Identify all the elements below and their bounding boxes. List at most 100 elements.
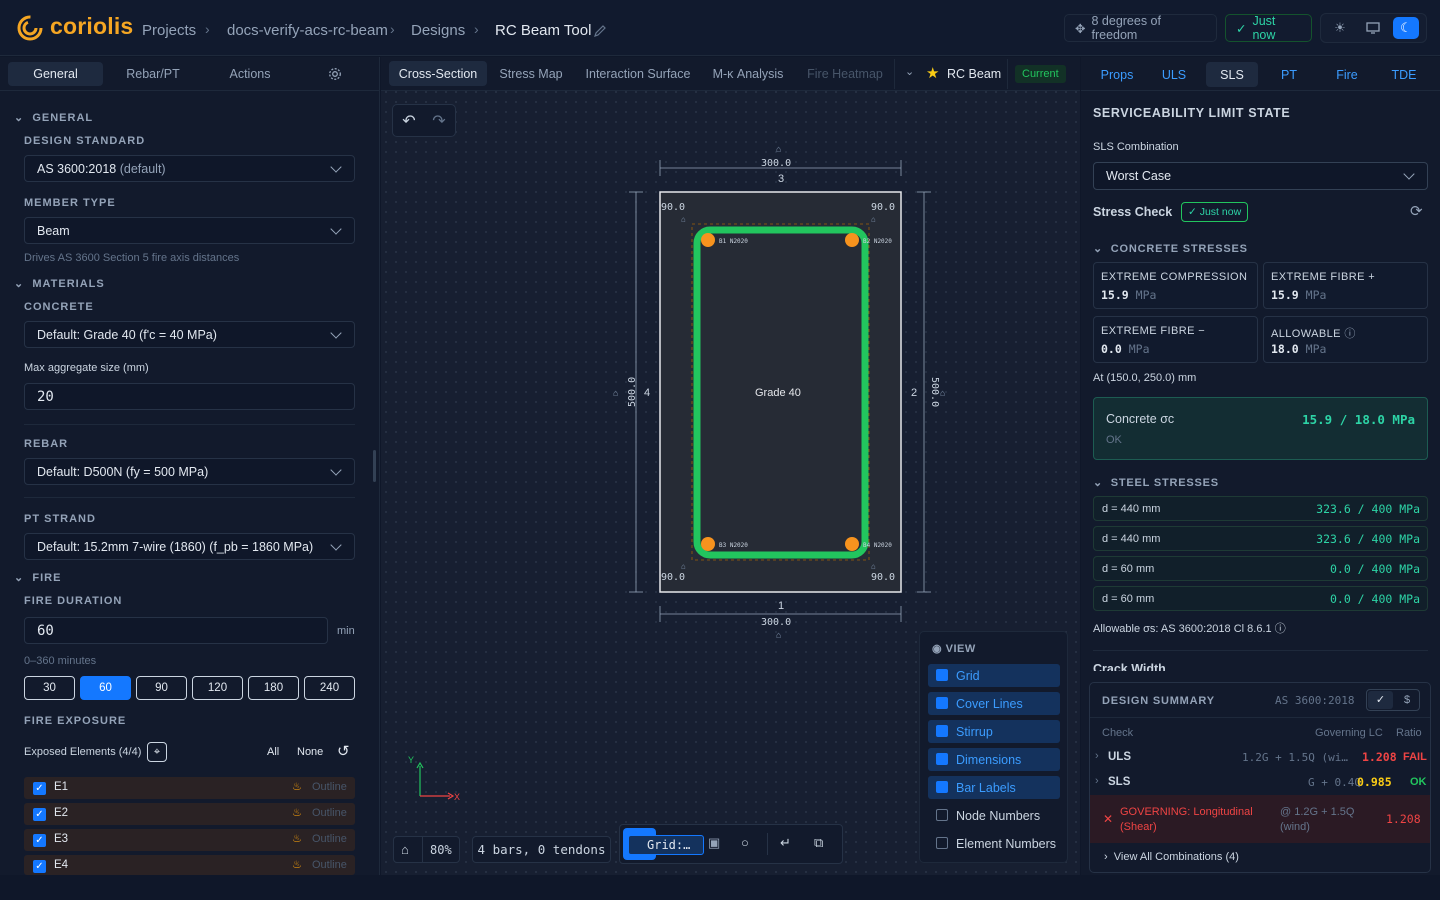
- section-fire[interactable]: ⌄ FIRE: [14, 571, 61, 584]
- fit-view-icon[interactable]: ⧉: [814, 835, 823, 851]
- tab-pt[interactable]: PT: [1264, 62, 1314, 87]
- aggregate-input[interactable]: 20: [24, 383, 355, 410]
- breadcrumb-designs[interactable]: Designs: [411, 22, 465, 39]
- reset-icon[interactable]: ↺: [337, 742, 350, 760]
- toggle-node-numbers[interactable]: Node Numbers: [928, 804, 1060, 827]
- tab-fire[interactable]: Fire: [1321, 62, 1373, 87]
- select-none-link[interactable]: None: [297, 746, 323, 758]
- concrete-ok: OK: [1106, 434, 1122, 446]
- panel-resize-handle[interactable]: [373, 450, 376, 482]
- tab-general[interactable]: General: [8, 62, 103, 86]
- dof-badge[interactable]: ✥ 8 degrees of freedom: [1064, 14, 1217, 42]
- tab-rebar-pt[interactable]: Rebar/PT: [108, 62, 198, 86]
- concrete-stresses-header[interactable]: ⌄ CONCRETE STRESSES: [1093, 242, 1248, 255]
- toggle-cover-lines[interactable]: Cover Lines: [928, 692, 1060, 715]
- tab-cross-section[interactable]: Cross-Section: [389, 61, 487, 86]
- home-icon[interactable]: ⌂: [401, 842, 409, 857]
- element-row-e2[interactable]: ✓ E2 ♨ Outline: [24, 803, 355, 825]
- select-all-link[interactable]: All: [267, 746, 279, 758]
- design-standard-select[interactable]: AS 3600:2018 (default): [24, 155, 355, 182]
- fire-preset-30[interactable]: 30: [24, 676, 75, 700]
- design-summary-standard: AS 3600:2018: [1275, 694, 1355, 707]
- crack-width-header[interactable]: Crack Width: [1093, 661, 1428, 671]
- monitor-icon[interactable]: [1360, 17, 1386, 39]
- pencil-icon[interactable]: [593, 24, 607, 38]
- tab-m-kappa[interactable]: M-κ Analysis: [707, 61, 789, 86]
- checkbox-icon[interactable]: ✓: [33, 834, 46, 847]
- breadcrumb-projects[interactable]: Projects: [142, 22, 196, 39]
- enter-icon[interactable]: ↵: [780, 835, 791, 851]
- fire-preset-120[interactable]: 120: [192, 676, 243, 700]
- view-all-combinations-link[interactable]: › View All Combinations (4): [1104, 851, 1239, 863]
- fire-preset-240[interactable]: 240: [304, 676, 355, 700]
- governing-row[interactable]: ✕ GOVERNING: Longitudinal (Shear) @ 1.2G…: [1090, 795, 1430, 843]
- sun-icon[interactable]: ☀: [1327, 17, 1353, 39]
- toggle-dimensions[interactable]: Dimensions: [928, 748, 1060, 771]
- toggle-bar-labels[interactable]: Bar Labels: [928, 776, 1060, 799]
- brand-name[interactable]: coriolis: [50, 13, 133, 40]
- tab-props[interactable]: Props: [1091, 62, 1143, 87]
- undo-icon[interactable]: ↶: [395, 107, 423, 135]
- face-label-left: 4: [644, 387, 650, 399]
- flame-icon: ♨: [292, 807, 302, 819]
- breadcrumb-project[interactable]: docs-verify-acs-rc-beam: [227, 22, 388, 39]
- tab-sls[interactable]: SLS: [1206, 62, 1258, 87]
- tab-stress-map[interactable]: Stress Map: [493, 61, 569, 86]
- pointer-select-icon[interactable]: ⌖: [147, 742, 167, 762]
- width-label-top: 300.0: [761, 158, 791, 169]
- fire-duration-input[interactable]: 60: [24, 617, 328, 644]
- element-row-e1[interactable]: ✓ E1 ♨ Outline: [24, 777, 355, 799]
- stat-extreme-fibre-plus: EXTREME FIBRE +15.9 MPa: [1263, 262, 1428, 309]
- summary-row-sls[interactable]: › SLS G + 0.4Q 0.985 OK: [1090, 770, 1430, 795]
- canvas-area[interactable]: Cross-Section Stress Map Interaction Sur…: [381, 57, 1080, 875]
- top-bar: coriolis Projects › docs-verify-acs-rc-b…: [0, 0, 1440, 56]
- bar-label-b1: B1 N2020: [719, 238, 748, 245]
- tab-actions[interactable]: Actions: [205, 62, 295, 86]
- zoom-level: 80%: [430, 843, 452, 857]
- summary-row-uls[interactable]: › ULS 1.2G + 1.5Q (wi… 1.208 FAIL: [1090, 745, 1430, 770]
- rebar-b2: [845, 233, 859, 247]
- dollar-icon[interactable]: $: [1395, 691, 1419, 709]
- design-summary-panel: DESIGN SUMMARY AS 3600:2018 ✓ $ Check Go…: [1089, 682, 1431, 873]
- section-materials[interactable]: ⌄ MATERIALS: [14, 277, 105, 290]
- zoom-control: ⌂ 80%: [393, 836, 460, 863]
- chevron-down-icon: [330, 223, 342, 235]
- tab-tde[interactable]: TDE: [1378, 62, 1430, 87]
- section-general[interactable]: ⌄ GENERAL: [14, 111, 93, 124]
- allowable-note: Allowable σs: AS 3600:2018 Cl 8.6.1 ⓘ: [1093, 623, 1286, 635]
- checkbox-icon[interactable]: ✓: [33, 860, 46, 873]
- circle-tool-icon[interactable]: ○: [741, 835, 749, 850]
- element-row-e4[interactable]: ✓ E4 ♨ Outline: [24, 855, 355, 875]
- toggle-grid[interactable]: Grid: [928, 664, 1060, 687]
- fire-preset-60[interactable]: 60: [80, 676, 131, 700]
- concrete-sigma-value: 15.9 / 18.0 MPa: [1302, 412, 1415, 427]
- rectangle-tool-icon[interactable]: ▣: [708, 835, 720, 851]
- gear-icon[interactable]: [328, 67, 342, 81]
- checkbox-icon[interactable]: ✓: [33, 808, 46, 821]
- redo-icon[interactable]: ↷: [425, 107, 453, 135]
- cross-section-drawing[interactable]: 300.0 3 ⌂ 300.0 1 ⌂ 500.0 4 ⌂ 500.0 2 ⌂: [601, 142, 961, 652]
- refresh-icon[interactable]: ⟳: [1410, 202, 1423, 220]
- status-badge: Current: [1015, 65, 1066, 83]
- bottom-bar: [0, 875, 1440, 900]
- design-selector[interactable]: ⌄ ★ RC Beam: [894, 59, 1008, 89]
- cover-label-tl: 90.0: [661, 202, 685, 213]
- steel-stresses-header[interactable]: ⌄ STEEL STRESSES: [1093, 476, 1219, 489]
- moon-icon[interactable]: ☾: [1393, 17, 1419, 39]
- pt-strand-select[interactable]: Default: 15.2mm 7-wire (1860) (f_pb = 18…: [24, 533, 355, 560]
- check-icon[interactable]: ✓: [1368, 691, 1393, 709]
- tab-uls[interactable]: ULS: [1149, 62, 1199, 87]
- toggle-stirrup[interactable]: Stirrup: [928, 720, 1060, 743]
- rebar-select[interactable]: Default: D500N (fy = 500 MPa): [24, 458, 355, 485]
- member-type-select[interactable]: Beam: [24, 217, 355, 244]
- grid-select[interactable]: Grid:…: [628, 835, 704, 855]
- concrete-select[interactable]: Default: Grade 40 (f'c = 40 MPa): [24, 321, 355, 348]
- toggle-element-numbers[interactable]: Element Numbers: [928, 832, 1060, 855]
- element-row-e3[interactable]: ✓ E3 ♨ Outline: [24, 829, 355, 851]
- tab-fire-heatmap[interactable]: Fire Heatmap: [801, 61, 889, 86]
- checkbox-icon[interactable]: ✓: [33, 782, 46, 795]
- fire-preset-180[interactable]: 180: [248, 676, 299, 700]
- fire-preset-90[interactable]: 90: [136, 676, 187, 700]
- sls-combo-select[interactable]: Worst Case: [1093, 162, 1428, 190]
- tab-interaction-surface[interactable]: Interaction Surface: [581, 61, 695, 86]
